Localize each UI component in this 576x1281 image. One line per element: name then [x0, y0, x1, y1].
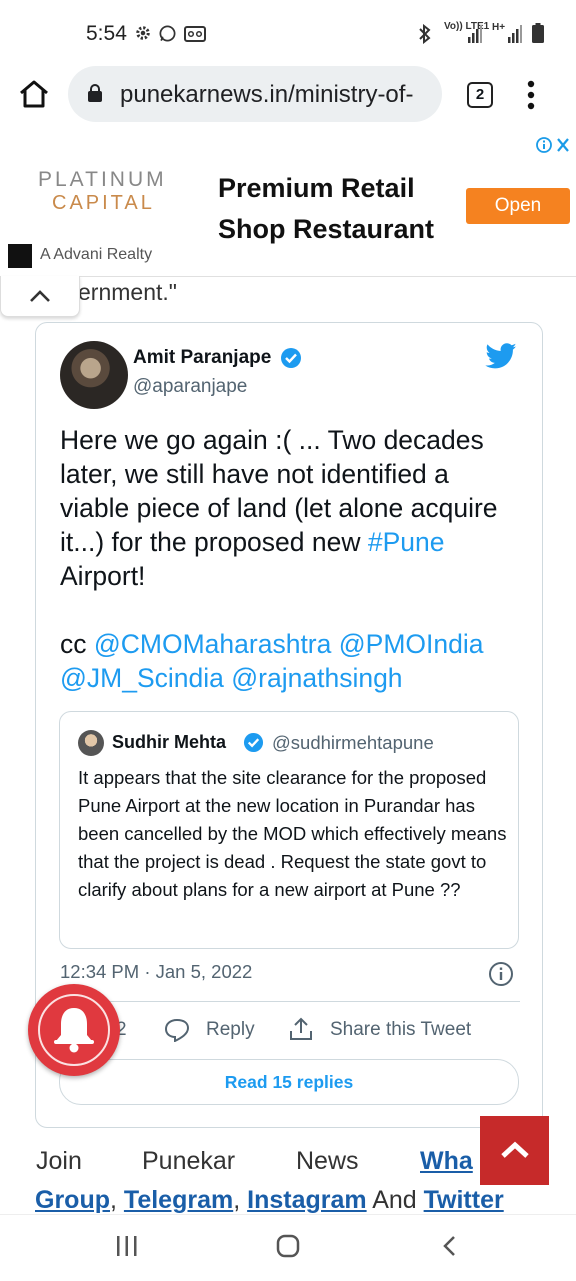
join-word: News	[296, 1147, 359, 1175]
ad-headline[interactable]: Premium Retail Shop Restaurant	[218, 168, 458, 250]
and-word: And	[372, 1186, 417, 1214]
ad-banner[interactable]: PLATINUM CAPITAL Premium Retail Shop Res…	[0, 134, 576, 277]
avatar[interactable]	[78, 730, 104, 756]
bell-icon	[54, 1008, 94, 1053]
browser-toolbar: punekarnews.in/ministry-of- 2	[0, 64, 576, 130]
collapse-ad-button[interactable]	[0, 276, 80, 317]
signal-icon	[508, 25, 522, 48]
verified-badge-icon	[280, 347, 302, 369]
article-text-fragment: ernment."	[78, 279, 177, 305]
mention-link[interactable]: @rajnathsingh	[231, 663, 402, 693]
home-nav-button[interactable]	[276, 1234, 300, 1263]
hplus-icon: H+	[492, 22, 506, 33]
join-word: Punekar	[142, 1147, 236, 1175]
join-line2: Group, Telegram, Instagram And Twitter	[35, 1186, 504, 1214]
reply-button[interactable]: Reply	[206, 1019, 255, 1041]
ad-sponsor: A Advani Realty	[40, 246, 153, 263]
info-icon[interactable]	[488, 961, 513, 986]
lock-icon	[88, 84, 102, 102]
whatsapp-link[interactable]: Wha	[420, 1147, 473, 1176]
recent-apps-button[interactable]	[116, 1235, 138, 1262]
quoted-author-name[interactable]: Sudhir Mehta	[112, 732, 226, 753]
system-navigation-bar	[0, 1214, 576, 1281]
overflow-menu-button[interactable]	[527, 80, 535, 110]
divider	[60, 1001, 520, 1002]
address-bar[interactable]: punekarnews.in/ministry-of-	[68, 66, 442, 122]
bluetooth-icon	[418, 23, 432, 49]
mention-link[interactable]: @JM_Scindia	[60, 663, 224, 693]
reply-icon[interactable]	[164, 1018, 190, 1043]
share-tweet-button[interactable]: Share this Tweet	[330, 1019, 471, 1041]
status-time: 5:54	[86, 22, 127, 45]
signal-icon	[468, 25, 482, 48]
whatsapp-icon	[158, 24, 177, 48]
home-button[interactable]	[18, 78, 50, 110]
whatsapp-group-link[interactable]: Group	[35, 1186, 110, 1214]
adchoices-icon[interactable]	[536, 136, 572, 159]
battery-icon	[532, 23, 544, 48]
gear-icon	[134, 24, 152, 47]
notification-bell-button[interactable]	[28, 984, 120, 1076]
verified-badge-icon	[243, 732, 264, 753]
voicemail-icon	[184, 26, 206, 47]
url-text: punekarnews.in/ministry-of-	[120, 81, 414, 108]
tweet-timestamp[interactable]: 12:34 PM · Jan 5, 2022	[60, 961, 252, 983]
back-button[interactable]	[442, 1235, 456, 1262]
twitter-link[interactable]: Twitter	[424, 1186, 504, 1214]
share-icon[interactable]	[288, 1016, 314, 1042]
quoted-author-handle[interactable]: @sudhirmehtapune	[272, 732, 434, 754]
tweet-text: Here we go again :( ... Two decades late…	[60, 423, 520, 695]
quoted-tweet[interactable]: Sudhir Mehta @sudhirmehtapune It appears…	[59, 711, 519, 949]
advertiser-logo	[8, 244, 32, 268]
tweet-author-handle[interactable]: @aparanjape	[133, 376, 247, 398]
ad-logo-line2: CAPITAL	[52, 192, 155, 214]
tab-switcher-button[interactable]: 2	[467, 82, 493, 108]
tweet-author-name[interactable]: Amit Paranjape	[133, 347, 271, 369]
ad-open-button[interactable]: Open	[466, 188, 570, 224]
read-replies-button[interactable]: Read 15 replies	[59, 1059, 519, 1105]
volte-icon: Vo)) LTE1	[444, 21, 490, 32]
mention-link[interactable]: @CMOMaharashtra	[94, 629, 332, 659]
chevron-up-icon	[501, 1141, 529, 1158]
ad-logo-line1: PLATINUM	[38, 168, 167, 191]
telegram-link[interactable]: Telegram	[124, 1186, 233, 1214]
instagram-link[interactable]: Instagram	[247, 1186, 366, 1214]
quoted-tweet-text: It appears that the site clearance for t…	[78, 767, 507, 900]
join-word: Join	[36, 1147, 82, 1175]
hashtag-link[interactable]: #Pune	[368, 527, 445, 557]
status-bar: 5:54 Vo)) LTE1 H+	[0, 0, 576, 64]
tweet-text-post: Airport!	[60, 561, 146, 591]
mention-link[interactable]: @PMOIndia	[339, 629, 484, 659]
cc-label: cc	[60, 629, 94, 659]
avatar[interactable]	[60, 341, 128, 409]
twitter-bird-icon[interactable]	[484, 343, 520, 373]
scroll-to-top-button[interactable]	[480, 1116, 549, 1185]
